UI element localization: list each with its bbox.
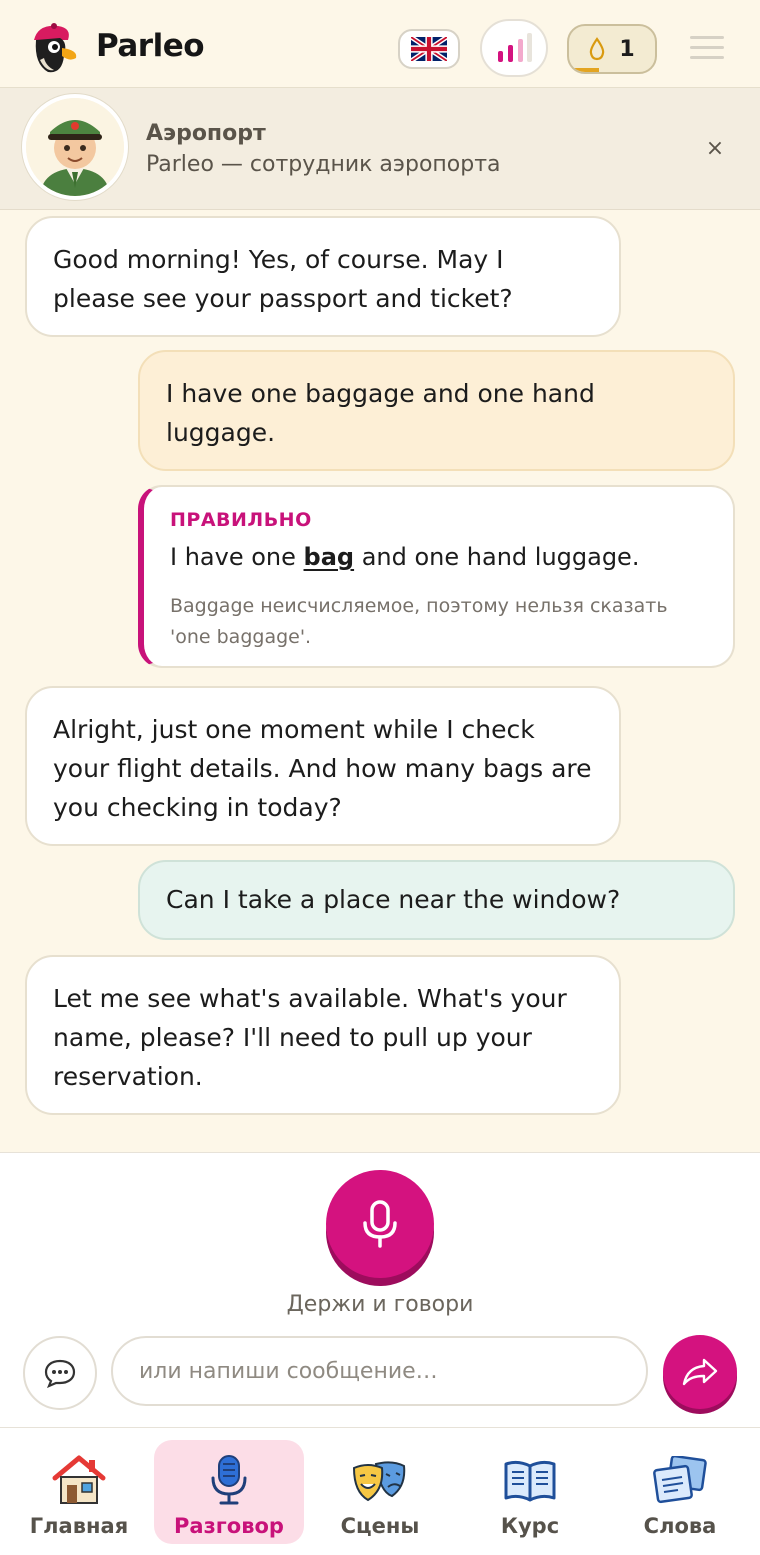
brand-name: Parleo — [96, 28, 205, 64]
level-button[interactable] — [480, 19, 548, 77]
message-text: Can I take a place near the window? — [166, 885, 621, 914]
bottom-nav: Главная Разговор Сцены Курс Слова — [0, 1427, 760, 1555]
airport-officer-avatar — [22, 94, 128, 200]
correction-note: Baggage неисчисляемое, поэтому нельзя ск… — [170, 595, 668, 648]
send-arrow-icon — [682, 1358, 718, 1386]
coins-counter[interactable]: 1 — [567, 24, 657, 74]
correction-card: ПРАВИЛЬНО I have one bag and one hand lu… — [138, 485, 735, 668]
home-icon — [52, 1455, 106, 1504]
bot-message: Good morning! Yes, of course. May I plea… — [25, 216, 621, 337]
coins-value: 1 — [619, 36, 635, 62]
send-button[interactable] — [663, 1335, 737, 1409]
nav-label: Сцены — [340, 1514, 420, 1538]
message-input[interactable] — [111, 1336, 648, 1406]
correction-highlight: bag — [303, 543, 355, 571]
user-message: Can I take a place near the window? — [138, 860, 735, 940]
correction-label: ПРАВИЛЬНО — [170, 509, 312, 531]
composer: Держи и говори — [0, 1152, 760, 1427]
nav-item-conversation[interactable]: Разговор — [154, 1440, 304, 1544]
correction-text: I have one bag and one hand luggage. — [170, 543, 639, 571]
coins-progress-bar — [569, 68, 599, 72]
message-text: Alright, just one moment while I check y… — [53, 715, 592, 822]
uk-flag-icon — [411, 37, 447, 61]
nav-item-course[interactable]: Курс — [455, 1440, 605, 1544]
top-bar: Parleo 1 — [0, 0, 760, 88]
message-text: Let me see what's available. What's your… — [53, 984, 567, 1091]
hold-to-talk-button[interactable] — [326, 1170, 434, 1278]
hamburger-menu-icon[interactable] — [690, 36, 724, 62]
message-text: I have one baggage and one hand luggage. — [166, 379, 595, 447]
bot-message: Let me see what's available. What's your… — [25, 955, 621, 1115]
level-bars-icon — [498, 33, 532, 62]
bot-message: Alright, just one moment while I check y… — [25, 686, 621, 846]
chat-mode-button[interactable] — [23, 1336, 97, 1410]
nav-label: Разговор — [174, 1514, 284, 1538]
scene-title: Аэропорт — [146, 121, 266, 146]
word-cards-icon — [653, 1456, 707, 1504]
correction-after: and one hand luggage. — [354, 543, 640, 571]
theater-masks-icon — [352, 1461, 406, 1502]
nav-item-scenes[interactable]: Сцены — [305, 1440, 455, 1544]
nav-item-home[interactable]: Главная — [4, 1440, 154, 1544]
scene-header: Аэропорт Parleo — сотрудник аэропорта × — [0, 88, 760, 210]
microphone-icon — [363, 1200, 397, 1248]
hold-to-talk-label: Держи и говори — [286, 1292, 474, 1317]
microphone-icon — [211, 1455, 247, 1505]
correction-before: I have one — [170, 543, 304, 571]
nav-label: Главная — [29, 1514, 129, 1538]
speech-bubble-icon — [44, 1359, 76, 1388]
nav-label: Слова — [643, 1514, 717, 1538]
scene-subtitle: Parleo — сотрудник аэропорта — [146, 152, 501, 177]
nav-item-words[interactable]: Слова — [605, 1440, 755, 1544]
parrot-logo-icon[interactable] — [24, 20, 80, 76]
message-text: Good morning! Yes, of course. May I plea… — [53, 245, 513, 313]
drop-icon — [590, 37, 605, 61]
language-button[interactable] — [398, 29, 460, 69]
user-message: I have one baggage and one hand luggage. — [138, 350, 735, 471]
book-icon — [504, 1460, 556, 1502]
nav-label: Курс — [500, 1514, 560, 1538]
close-icon[interactable]: × — [700, 134, 730, 164]
